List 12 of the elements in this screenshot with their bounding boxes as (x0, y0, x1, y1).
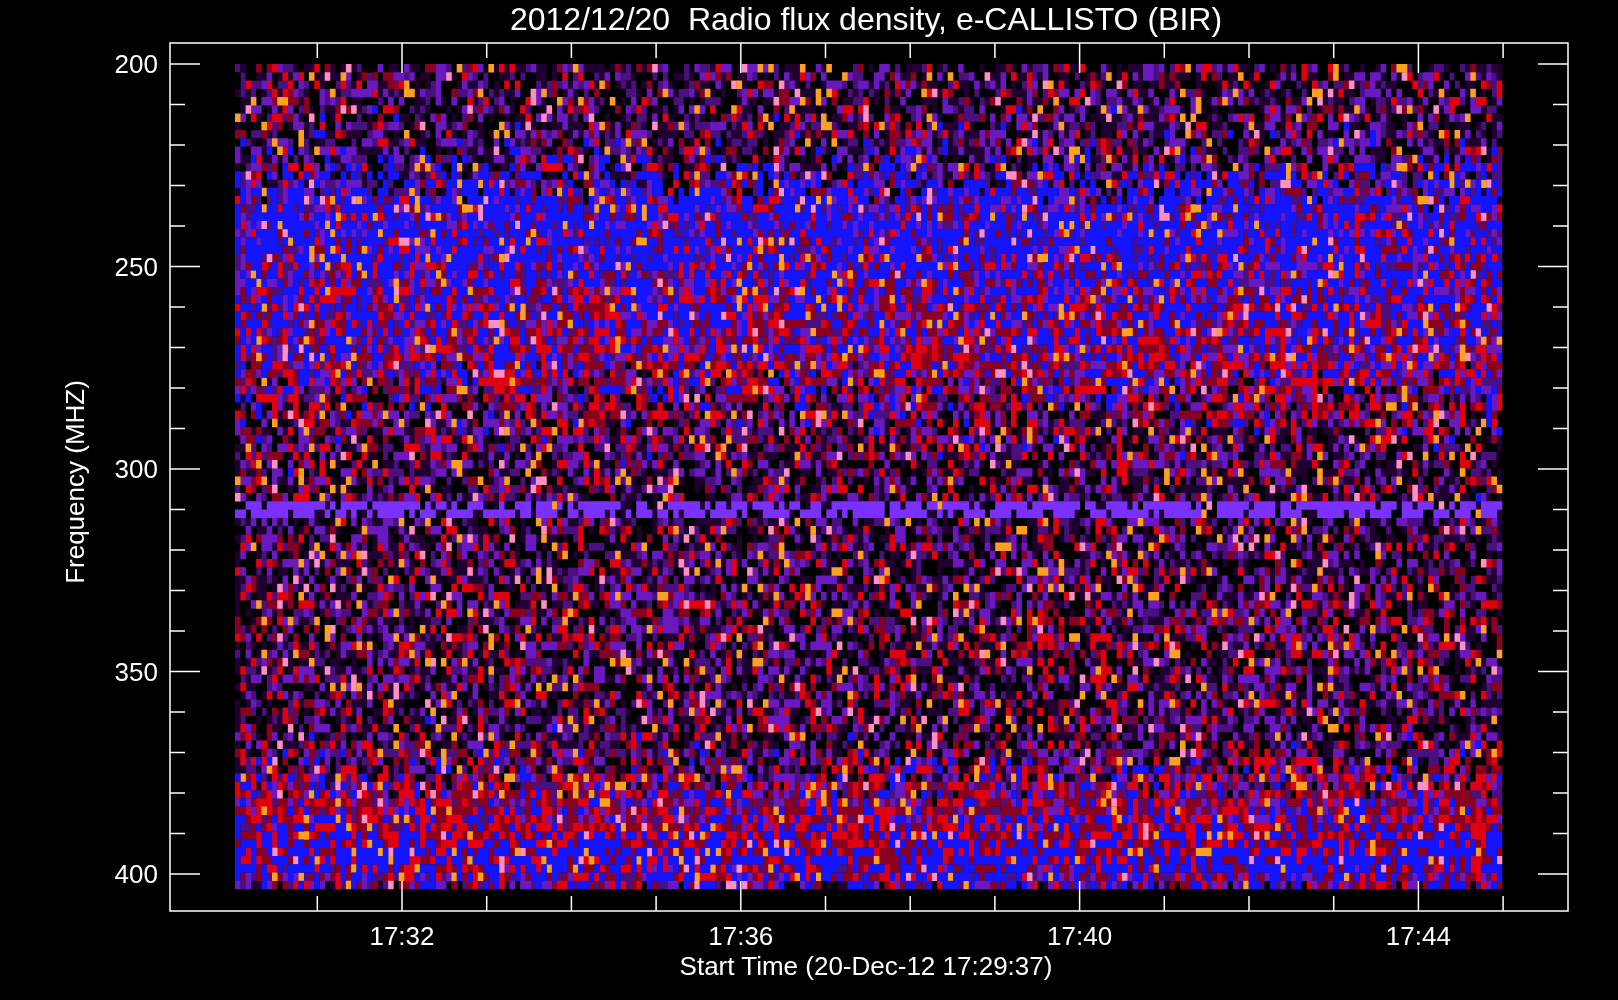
y-tick-label: 350 (114, 656, 158, 687)
x-axis-label: Start Time (20-Dec-12 17:29:37) (679, 951, 1053, 981)
y-tick-label: 250 (114, 251, 158, 282)
x-tick-label: 17:32 (369, 921, 435, 951)
x-tick-label: 17:40 (1047, 921, 1113, 951)
x-tick-label: 17:44 (1385, 921, 1451, 951)
y-tick-label: 400 (114, 859, 158, 889)
x-tick-label: 17:36 (708, 921, 774, 951)
y-tick-label: 300 (114, 454, 158, 484)
y-axis-label: Frequency (MHZ) (60, 380, 90, 584)
chart-title: 2012/12/20 Radio flux density, e-CALLISTO (BIR) (509, 1, 1223, 37)
y-tick-label: 200 (114, 49, 158, 79)
